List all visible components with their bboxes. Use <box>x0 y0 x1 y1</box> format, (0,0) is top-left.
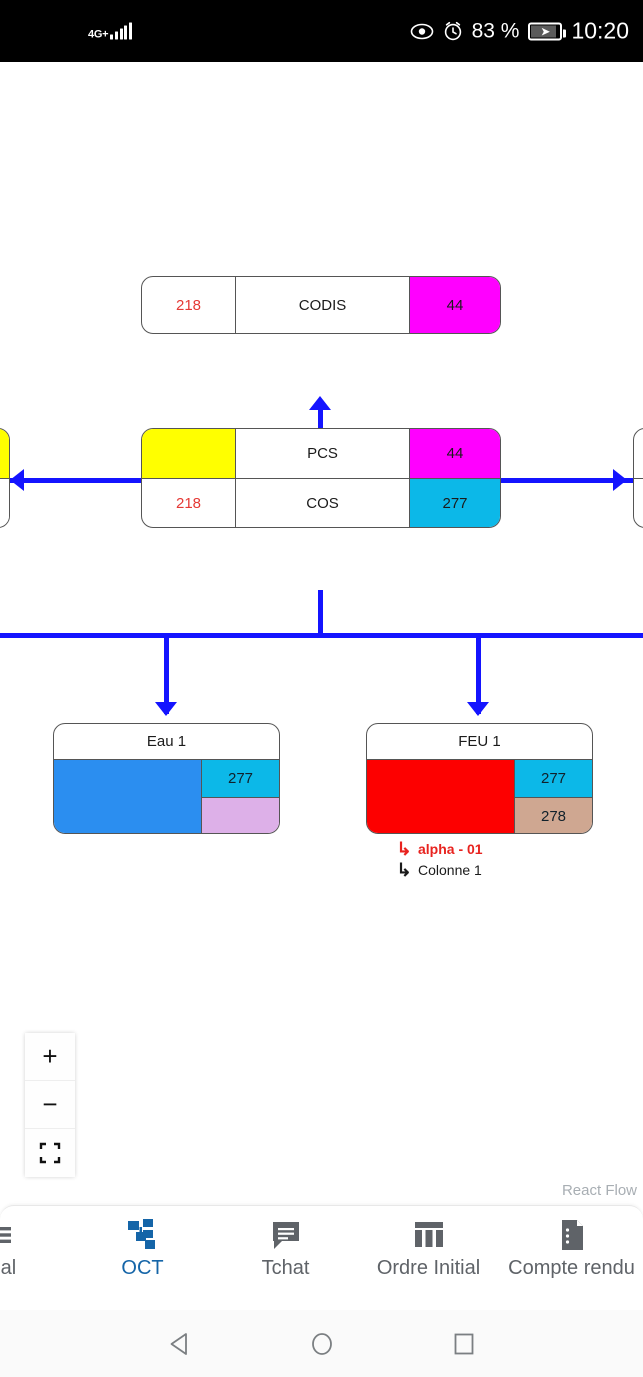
node-right-partial-top-cell <box>634 429 643 478</box>
status-bar-right: 83 % ➤ 10:20 <box>410 18 629 45</box>
sublabel-colonne-1-text: Colonne 1 <box>418 862 482 878</box>
alarm-icon <box>443 21 463 42</box>
sublabel-alpha-01-text: alpha - 01 <box>418 841 483 857</box>
back-triangle-icon[interactable] <box>165 1329 195 1359</box>
eye-icon <box>410 22 434 40</box>
node-eau1[interactable]: Eau 1 277 <box>53 723 280 834</box>
nav-item-compte-rendu-label: Compte rendu <box>508 1257 635 1279</box>
node-pcs-title: PCS <box>235 429 409 478</box>
node-right-partial[interactable] <box>633 428 643 528</box>
edge-pcs-left-arrowhead <box>10 469 24 491</box>
signal-strength-icon <box>110 22 133 40</box>
nav-item-oct-label: OCT <box>121 1257 164 1279</box>
node-eau1-title: Eau 1 <box>54 724 279 760</box>
edge-horizontal-bus <box>0 633 643 638</box>
node-left-partial-top-cell <box>0 429 9 478</box>
sublabel-alpha-01[interactable]: ↳ alpha - 01 <box>390 839 483 859</box>
node-cos-left-value: 218 <box>175 494 202 512</box>
node-pcs-row1-right-value: 44 <box>409 429 500 478</box>
node-feu1-title: FEU 1 <box>367 724 592 760</box>
node-left-partial[interactable] <box>0 428 10 528</box>
node-feu1-side-value-2: 278 <box>515 797 592 833</box>
node-codis-title: CODIS <box>235 277 409 333</box>
node-feu1-side-value-1: 277 <box>515 760 592 798</box>
nav-item-ordre-initial[interactable]: Ordre Initial <box>357 1206 500 1279</box>
arrow-branch-icon: ↳ <box>396 839 412 859</box>
nav-item-journal[interactable]: rnal <box>0 1206 71 1279</box>
clock-label: 10:20 <box>571 17 629 44</box>
react-flow-attribution[interactable]: React Flow <box>562 1182 637 1195</box>
nav-item-ordre-initial-label: Ordre Initial <box>376 1257 481 1279</box>
node-feu1-sublabels: ↳ alpha - 01 ↳ Colonne 1 <box>390 839 483 879</box>
bottom-navigation-bar: rnal OCT <box>0 1205 643 1310</box>
network-type-label: 4G+ <box>88 28 109 41</box>
node-codis[interactable]: 218 CODIS 44 <box>141 276 501 334</box>
nav-item-oct[interactable]: OCT <box>71 1206 214 1279</box>
node-right-partial-bottom-cell <box>634 479 643 527</box>
org-chart-icon <box>125 1218 161 1252</box>
battery-percent-label: 83 % <box>471 19 520 42</box>
node-feu1[interactable]: FEU 1 277 278 <box>366 723 593 834</box>
node-codis-left-value: 218 <box>175 296 202 314</box>
nav-item-tchat[interactable]: Tchat <box>214 1206 357 1279</box>
home-circle-icon[interactable] <box>307 1329 337 1359</box>
battery-charging-icon: ➤ <box>528 22 567 40</box>
node-left-partial-bottom-cell <box>0 479 9 527</box>
columns-icon <box>411 1218 447 1252</box>
edge-pcs-trunk <box>318 590 323 638</box>
edge-bus-feu1-arrowhead <box>467 702 489 716</box>
node-cos-right-value: 277 <box>409 479 500 527</box>
edge-codis-pcs-arrowhead-up <box>309 396 331 410</box>
nav-item-compte-rendu[interactable]: Compte rendu <box>500 1206 643 1279</box>
node-eau1-side-value-1: 277 <box>202 760 279 798</box>
android-system-nav <box>0 1310 643 1377</box>
zoom-in-button[interactable]: + <box>25 1033 75 1081</box>
fit-view-button[interactable] <box>25 1129 75 1177</box>
node-eau1-main-block <box>54 760 201 833</box>
status-bar: 4G+ 83 % ➤ 10:20 <box>0 0 643 62</box>
node-cos-title: COS <box>235 479 409 527</box>
status-bar-left: 4G+ <box>88 22 133 41</box>
edge-bus-eau1-arrowhead <box>155 702 177 716</box>
fit-view-icon <box>39 1142 61 1164</box>
phone-screen: 4G+ 83 % ➤ 10:20 218 CODIS 44 PCS 44 218… <box>0 0 643 1377</box>
recents-square-icon[interactable] <box>449 1329 479 1359</box>
node-pcs[interactable]: PCS 44 218 COS 277 <box>141 428 501 528</box>
report-document-icon <box>556 1218 588 1252</box>
chat-icon <box>269 1218 303 1252</box>
list-icon <box>0 1218 15 1252</box>
node-eau1-side-value-2 <box>202 797 279 833</box>
react-flow-canvas[interactable]: 218 CODIS 44 PCS 44 218 COS 277 Eau 1 27… <box>0 62 643 1195</box>
edge-pcs-right-arrowhead <box>613 469 627 491</box>
sublabel-colonne-1[interactable]: ↳ Colonne 1 <box>390 861 483 879</box>
node-feu1-main-block <box>367 760 514 833</box>
zoom-out-button[interactable]: − <box>25 1081 75 1129</box>
node-codis-right-value: 44 <box>409 277 500 333</box>
node-pcs-row1-left-value <box>142 429 235 478</box>
nav-item-tchat-label: Tchat <box>261 1257 310 1279</box>
arrow-branch-icon: ↳ <box>396 860 412 880</box>
nav-item-journal-label: rnal <box>0 1257 17 1279</box>
zoom-controls[interactable]: + − <box>25 1033 75 1177</box>
